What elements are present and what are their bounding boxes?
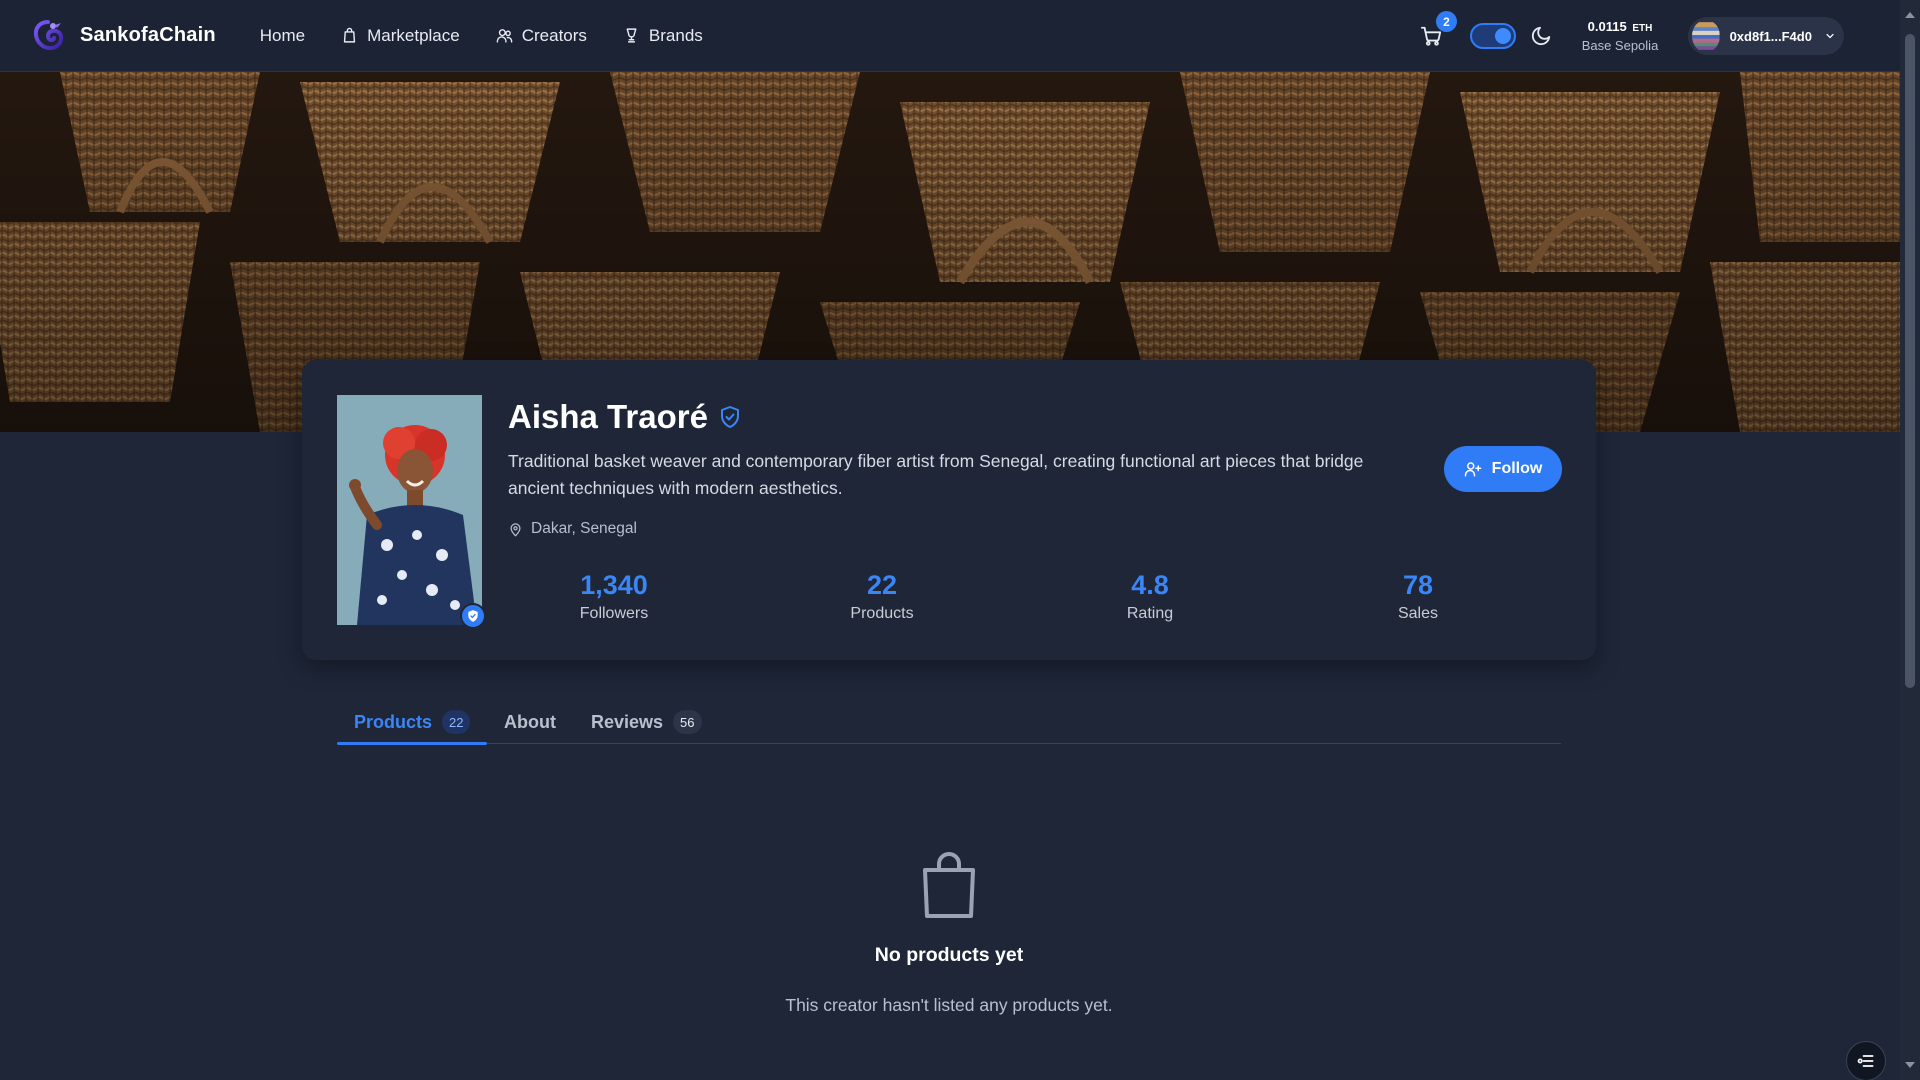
scroll-thumb[interactable] xyxy=(1905,34,1915,688)
verified-badge xyxy=(460,603,486,629)
nav-marketplace[interactable]: Marketplace xyxy=(341,26,460,46)
sankofa-bird-logo-icon xyxy=(33,19,64,50)
profile-tabs: Products 22 About Reviews 56 xyxy=(336,700,1561,745)
stat-value: 4.8 xyxy=(1131,570,1169,600)
stat-followers: 1,340 Followers xyxy=(534,570,694,623)
creator-name-row: Aisha Traoré xyxy=(508,398,742,436)
tab-count-badge: 56 xyxy=(673,710,702,734)
creator-stats: 1,340 Followers 22 Products 4.8 Rating 7… xyxy=(508,570,1578,630)
wallet-address: 0xd8f1...F4d0 xyxy=(1729,28,1812,44)
theme-toggle[interactable] xyxy=(1470,23,1516,49)
cart-count-badge: 2 xyxy=(1436,11,1457,32)
brand-home-link[interactable]: SankofaChain xyxy=(30,18,216,54)
empty-state-title: No products yet xyxy=(874,944,1024,966)
main-nav: Home Marketplace Creators Brands xyxy=(260,26,703,46)
chevron-down-icon xyxy=(1826,33,1834,39)
creator-name: Aisha Traoré xyxy=(508,398,708,435)
tab-label: Reviews xyxy=(591,711,664,732)
scroll-down-arrow[interactable] xyxy=(1905,1062,1915,1068)
shopping-bag-icon xyxy=(343,27,356,43)
theme-toggle-knob xyxy=(1495,28,1511,44)
stat-rating: 4.8 Rating xyxy=(1070,570,1230,623)
nav-home[interactable]: Home xyxy=(260,26,305,46)
header-tools: 2 0.0115 ETH Base Sepolia 0xd8f1...F4d0 xyxy=(1416,0,1900,72)
tab-count-badge: 22 xyxy=(442,710,471,734)
follow-button[interactable]: Follow xyxy=(1444,446,1562,492)
users-icon xyxy=(496,29,513,43)
nav-home-label: Home xyxy=(259,25,306,45)
nav-creators[interactable]: Creators xyxy=(496,26,587,46)
balance-unit: ETH xyxy=(1632,23,1653,34)
stat-label: Sales xyxy=(1397,605,1439,622)
scroll-up-arrow[interactable] xyxy=(1905,12,1915,18)
stat-products: 22 Products xyxy=(802,570,962,623)
creator-bio: Traditional basket weaver and contempora… xyxy=(508,451,1364,498)
nav-marketplace-label: Marketplace xyxy=(367,25,460,45)
creator-photo xyxy=(337,395,482,625)
brand-name: SankofaChain xyxy=(80,24,216,46)
stat-value: 22 xyxy=(866,570,898,600)
stat-sales: 78 Sales xyxy=(1338,570,1498,623)
list-settings-icon xyxy=(1857,1055,1874,1067)
creator-avatar xyxy=(337,395,486,629)
follow-label: Follow xyxy=(1491,460,1543,477)
stat-value: 78 xyxy=(1402,570,1434,600)
nav-creators-label: Creators xyxy=(521,25,587,45)
shield-check-icon xyxy=(468,610,478,622)
stat-value: 1,340 xyxy=(580,570,648,600)
moon-icon[interactable] xyxy=(1530,25,1552,47)
tab-reviews[interactable]: Reviews 56 xyxy=(591,700,702,744)
tab-products[interactable]: Products 22 xyxy=(336,700,489,745)
brand-trophy-icon xyxy=(626,28,637,43)
stat-label: Rating xyxy=(1126,605,1174,622)
creator-location: Dakar, Senegal xyxy=(508,520,637,538)
balance-amount-line: 0.0115 ETH xyxy=(1580,19,1660,34)
map-pin-icon xyxy=(510,522,521,536)
balance-amount: 0.0115 xyxy=(1587,19,1627,34)
tab-label: About xyxy=(504,711,556,732)
creator-profile-card: Aisha Traoré Traditional basket weaver a… xyxy=(302,360,1596,660)
location-text: Dakar, Senegal xyxy=(531,520,637,537)
floating-menu-button[interactable] xyxy=(1846,1041,1886,1080)
wallet-avatar xyxy=(1692,22,1720,50)
verified-shield-icon xyxy=(720,406,739,428)
stat-label: Followers xyxy=(579,605,649,622)
top-navigation-bar: SankofaChain Home Marketplace Creators B… xyxy=(0,0,1900,72)
tab-label: Products xyxy=(354,711,433,732)
nav-brands-label: Brands xyxy=(648,25,703,45)
empty-state-subtitle: This creator hasn't listed any products … xyxy=(785,995,1113,1015)
wallet-account-button[interactable]: 0xd8f1...F4d0 xyxy=(1688,17,1844,55)
products-empty-state: No products yet This creator hasn't list… xyxy=(337,850,1561,1016)
tab-about[interactable]: About xyxy=(504,700,556,744)
nav-brands[interactable]: Brands xyxy=(623,26,703,46)
wallet-balance: 0.0115 ETH Base Sepolia xyxy=(1580,19,1660,53)
user-plus-icon xyxy=(1464,462,1481,477)
shopping-bag-icon xyxy=(923,852,975,918)
cart-button[interactable]: 2 xyxy=(1416,11,1457,51)
page-scrollbar[interactable] xyxy=(1900,0,1920,1080)
network-name: Base Sepolia xyxy=(1581,38,1659,53)
stat-label: Products xyxy=(850,605,914,622)
